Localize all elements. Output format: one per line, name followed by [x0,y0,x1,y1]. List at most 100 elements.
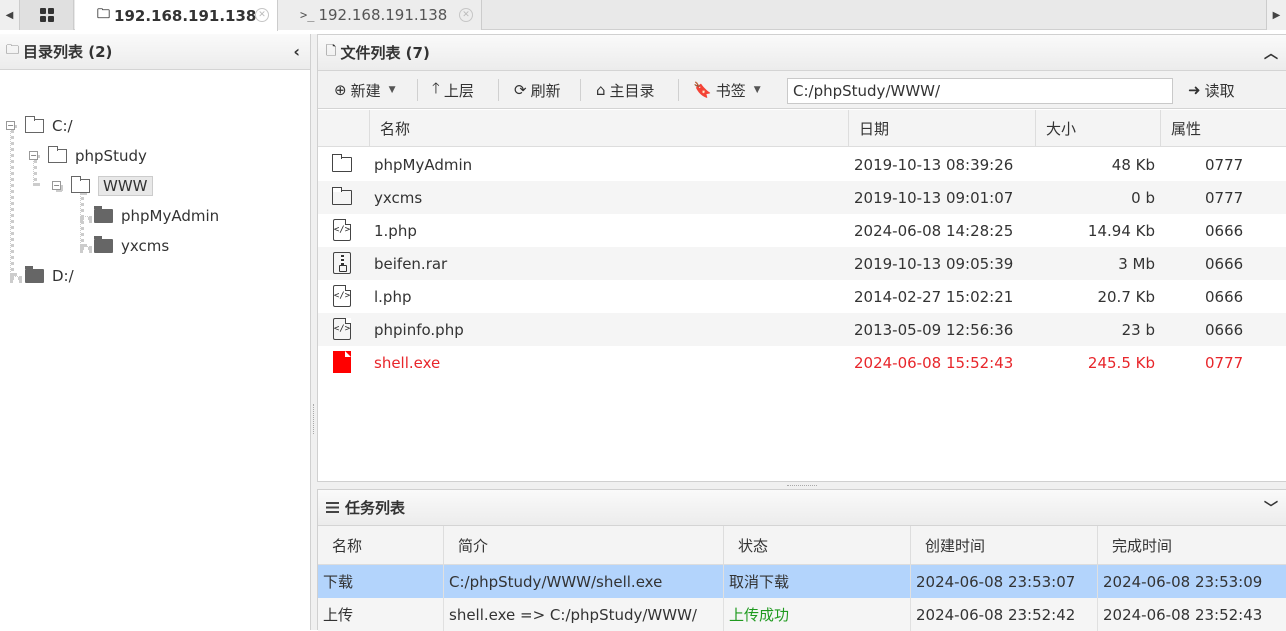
file-name: phpMyAdmin [374,155,473,174]
folder-icon [94,206,113,223]
tree-node-d-drive[interactable]: D:/ [25,265,74,287]
close-icon[interactable]: ✕ [255,8,269,22]
column-header-created[interactable]: 创建时间 [911,526,1098,565]
file-size: 20.7 Kb [1097,287,1155,306]
file-name: beifen.rar [374,254,448,273]
file-attr: 0777 [1205,188,1244,207]
task-created: 2024-06-08 23:52:42 [911,598,1098,631]
file-outline-icon: 🗋 [326,43,337,59]
task-row[interactable]: 下载 C:/phpStudy/WWW/shell.exe 取消下载 2024-0… [318,565,1286,598]
refresh-icon: ⟳ [514,81,527,99]
chevron-left-icon[interactable]: ‹ [293,42,300,61]
bookmark-icon: 🔖 [693,81,712,99]
file-row[interactable]: </> l.php 2014-02-27 15:02:21 20.7 Kb 06… [318,280,1286,313]
path-input[interactable] [787,78,1173,104]
file-row[interactable]: yxcms 2019-10-13 09:01:07 0 b 0777 [318,181,1286,214]
toolbar-divider [498,79,499,101]
column-header-date[interactable]: 日期 [849,110,1036,147]
refresh-button[interactable]: ⟳ 刷新 [514,71,561,109]
tree-line [80,246,92,250]
file-date: 2013-05-09 12:56:36 [854,320,1014,339]
tree-node-phpstudy[interactable]: phpStudy [48,145,147,167]
directory-panel-title: 目录列表 (2) [23,43,113,61]
task-desc: C:/phpStudy/WWW/shell.exe [444,565,724,598]
toolbar-divider [580,79,581,101]
file-date: 2019-10-13 09:05:39 [854,254,1014,273]
refresh-label: 刷新 [530,81,561,100]
file-size: 245.5 Kb [1087,353,1155,372]
scroll-left-icon[interactable]: ◀ [0,0,20,30]
horizontal-splitter[interactable] [317,482,1286,489]
file-name: shell.exe [374,353,441,372]
file-attr: 0777 [1205,353,1244,372]
column-header-status[interactable]: 状态 [724,526,911,565]
tab-terminal[interactable]: >_ 192.168.191.138 ✕ [278,0,482,30]
tab-home[interactable] [20,0,74,30]
directory-panel: 🗀 目录列表 (2) ‹ − C:/ − phpStudy − WWW phpM… [0,34,311,630]
directory-panel-header: 🗀 目录列表 (2) ‹ [0,34,310,70]
caret-down-icon: ▼ [753,85,761,95]
file-name: l.php [374,287,412,306]
column-header-desc[interactable]: 简介 [444,526,724,565]
collapse-toggle-icon[interactable]: − [29,151,38,160]
tab-label: 192.168.191.138 [318,6,448,24]
file-grid-header: 名称 日期 大小 属性 [318,110,1286,147]
column-header-attr[interactable]: 属性 [1161,110,1286,147]
bookmark-button[interactable]: 🔖 书签 ▼ [693,71,761,109]
folder-icon [332,187,352,205]
new-button[interactable]: ⊕ 新建 ▼ [334,71,396,109]
file-attr: 0666 [1205,320,1244,339]
file-size: 48 Kb [1111,155,1155,174]
file-attr: 0666 [1205,254,1244,273]
close-icon[interactable]: ✕ [459,8,473,22]
folder-icon [332,154,352,172]
file-row[interactable]: phpMyAdmin 2019-10-13 08:39:26 48 Kb 077… [318,148,1286,181]
collapse-toggle-icon[interactable]: − [6,121,15,130]
up-button[interactable]: 🡑 上层 [432,71,474,109]
folder-icon [25,266,44,283]
column-header-name[interactable]: 名称 [318,526,444,565]
folder-outline-icon: 🗀 [97,6,111,22]
read-button[interactable]: ➜ 读取 [1188,71,1235,109]
task-row[interactable]: 上传 shell.exe => C:/phpStudy/WWW/ 上传成功 20… [318,598,1286,631]
toolbar-divider [417,79,418,101]
column-header-name[interactable]: 名称 [370,110,849,147]
scroll-right-icon[interactable]: ▶ [1266,0,1286,30]
tree-node-www[interactable]: WWW [71,175,153,197]
tree-node-yxcms[interactable]: yxcms [94,235,169,257]
file-row[interactable]: </> 1.php 2024-06-08 14:28:25 14.94 Kb 0… [318,214,1286,247]
column-header-size[interactable]: 大小 [1036,110,1161,147]
file-date: 2019-10-13 08:39:26 [854,155,1014,174]
collapse-toggle-icon[interactable]: − [52,181,61,190]
file-name: yxcms [374,188,423,207]
file-row[interactable]: </> phpinfo.php 2013-05-09 12:56:36 23 b… [318,313,1286,346]
file-size: 0 b [1131,188,1155,207]
tree-node-c-drive[interactable]: C:/ [25,115,73,137]
file-icon [333,351,351,373]
home-button[interactable]: ⌂ 主目录 [596,71,655,109]
tree-line [10,276,22,280]
tree-line [80,216,92,220]
file-attr: 0666 [1205,287,1244,306]
tree-node-label: D:/ [52,267,74,285]
file-toolbar: ⊕ 新建 ▼ 🡑 上层 ⟳ 刷新 ⌂ 主目录 🔖 书签 ▼ ➜ 读取 [318,71,1286,109]
chevron-up-icon[interactable]: ︿ [1264,43,1278,63]
plus-circle-icon: ⊕ [334,81,347,99]
folder-outline-icon: 🗀 [6,42,20,58]
tree-node-label: WWW [98,176,153,196]
tree-node-phpmyadmin[interactable]: phpMyAdmin [94,205,219,227]
tab-file-manager[interactable]: 🗀 192.168.191.138 ✕ [75,0,278,31]
code-file-icon: </> [333,285,351,307]
tree-node-label: yxcms [121,237,170,255]
tab-bar: ◀ 🗀 192.168.191.138 ✕ >_ 192.168.191.138… [0,0,1286,31]
file-date: 2024-06-08 14:28:25 [854,221,1014,240]
file-row[interactable]: beifen.rar 2019-10-13 09:05:39 3 Mb 0666 [318,247,1286,280]
open-folder-icon [25,116,44,133]
column-header-finished[interactable]: 完成时间 [1098,526,1286,565]
chevron-down-icon[interactable]: ﹀ [1264,498,1278,518]
code-file-icon: </> [333,219,351,241]
file-size: 14.94 Kb [1087,221,1155,240]
terminal-icon: >_ [300,8,315,22]
task-panel: 任务列表 ﹀ 名称 简介 状态 创建时间 完成时间 下载 C:/phpStudy… [317,489,1286,631]
file-row[interactable]: shell.exe 2024-06-08 15:52:43 245.5 Kb 0… [318,346,1286,379]
